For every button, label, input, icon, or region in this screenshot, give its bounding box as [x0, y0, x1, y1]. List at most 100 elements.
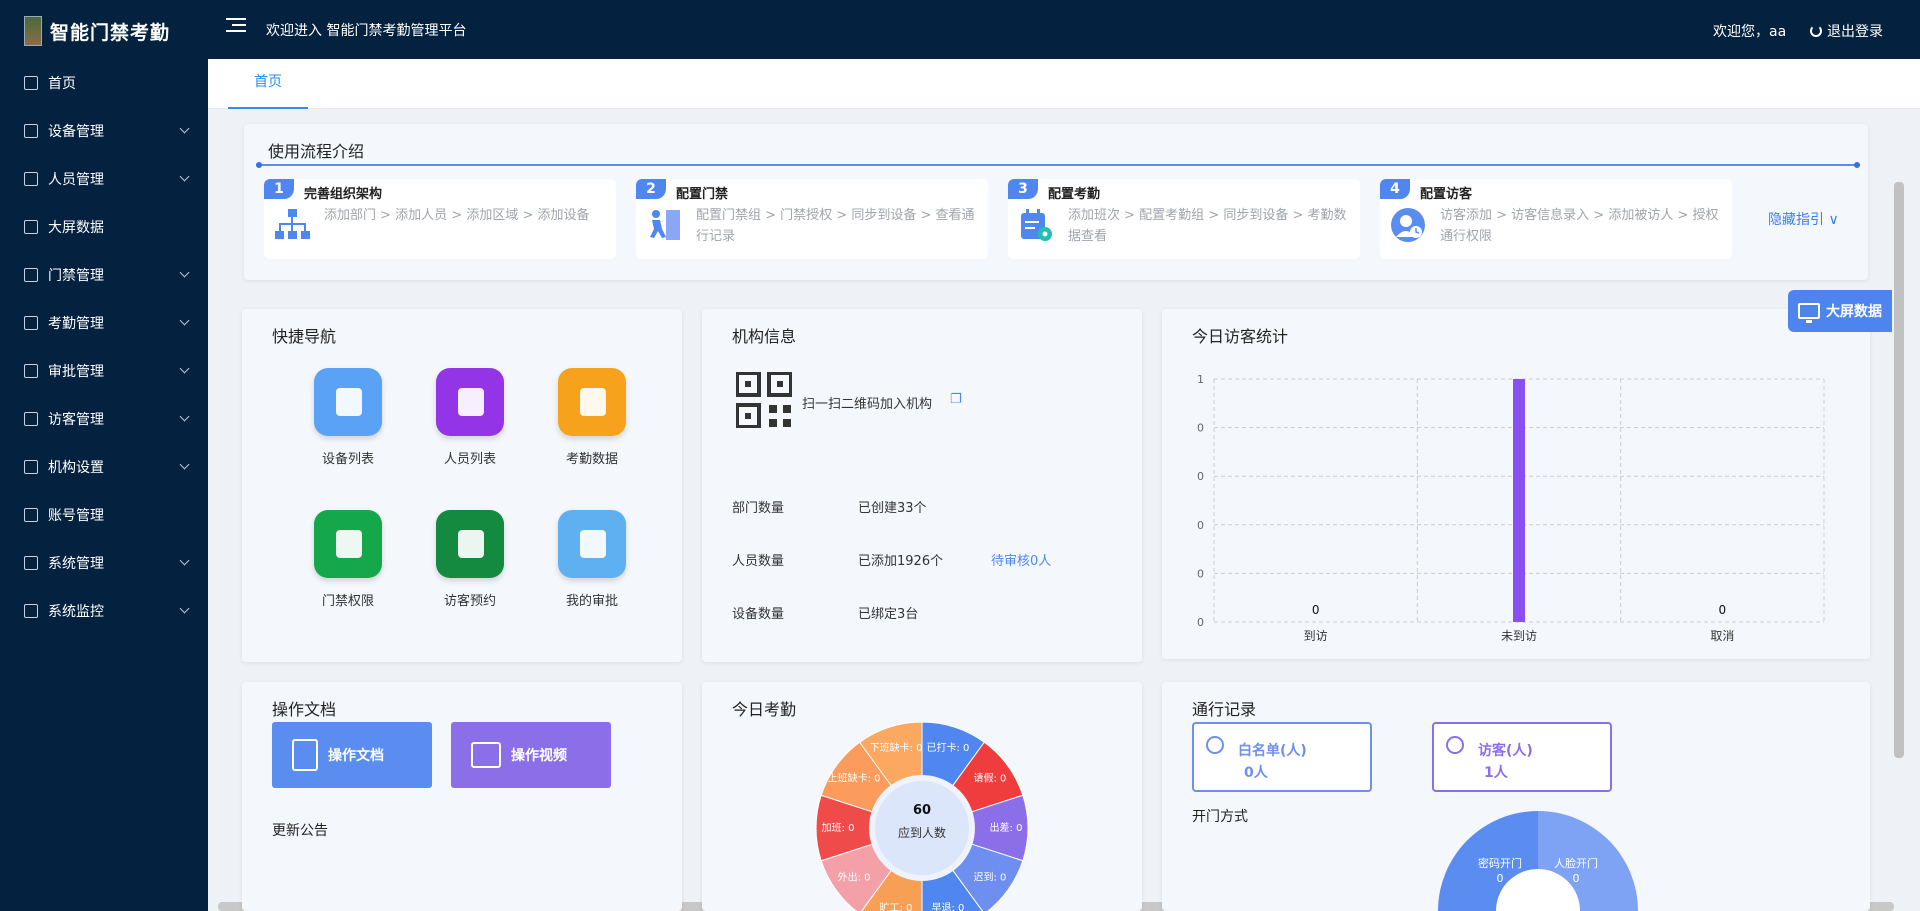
attendance-slice-label: 外出: 0: [838, 870, 871, 883]
quick-label: 访客预约: [443, 594, 496, 609]
sidebar-item-2[interactable]: 人员管理: [0, 155, 208, 203]
step-title: 完善组织架构: [304, 187, 383, 202]
home-icon: [24, 76, 38, 90]
guide-title: 使用流程介绍: [268, 142, 365, 161]
menu-toggle-icon[interactable]: [226, 18, 246, 38]
attendance-icon: [24, 316, 38, 330]
copy-icon[interactable]: ❐: [950, 392, 962, 407]
y-tick-label: 0: [1197, 616, 1204, 629]
card-title: 机构信息: [732, 327, 797, 346]
monitor-gauge-icon: [24, 604, 38, 618]
y-tick-label: 0: [1197, 567, 1204, 580]
logout-button[interactable]: 退出登录: [1810, 21, 1883, 41]
quick-attendance-data[interactable]: 考勤数据: [542, 368, 642, 467]
device-count-label: 设备数量: [732, 607, 785, 622]
chevron-down-icon: [179, 459, 190, 470]
door-walk-icon: [650, 210, 680, 240]
sidebar-item-11[interactable]: 系统监控: [0, 587, 208, 635]
tab-home[interactable]: 首页: [228, 59, 308, 109]
chevron-down-icon: [179, 267, 190, 278]
user-greeting: 欢迎您，aa: [1713, 24, 1787, 40]
attendance-slice-label: 请假: 0: [973, 772, 1006, 785]
guide-step-4[interactable]: 4 配置访客 访客添加 > 访客信息录入 > 添加被访人 > 授权通行权限: [1380, 179, 1732, 259]
chevron-down-icon: [179, 363, 190, 374]
step-description: 添加部门 > 添加人员 > 添加区域 > 添加设备: [324, 208, 590, 223]
attendance-data-icon: [558, 368, 626, 436]
video-button-label: 操作视频: [511, 748, 567, 764]
attendance-slice-label: 迟到: 0: [973, 870, 1006, 883]
guide-step-1[interactable]: 1 完善组织架构 添加部门 > 添加人员 > 添加区域 > 添加设备: [264, 179, 616, 259]
attendance-slice-label: 已打卡: 0: [926, 741, 969, 754]
y-tick-label: 0: [1197, 519, 1204, 532]
step-description: 访客添加 > 访客信息录入 > 添加被访人 > 授权通行权限: [1440, 208, 1719, 244]
power-icon: [1810, 25, 1822, 37]
approval-icon: [24, 364, 38, 378]
attendance-slice-label: 旷工: 0: [880, 902, 913, 911]
bar: [1513, 379, 1525, 622]
sidebar-item-label: 大屏数据: [48, 220, 104, 236]
quick-visitor-booking[interactable]: 访客预约: [420, 510, 520, 609]
person-list-icon: [436, 368, 504, 436]
hide-guide-link[interactable]: 隐藏指引 ∨: [1768, 209, 1839, 229]
quick-nav-card: 快捷导航 设备列表 人员列表 考勤数据 门禁权限 访客预约 我的审批: [242, 309, 682, 662]
bar-chart-icon: [24, 220, 38, 234]
quick-label: 门禁权限: [321, 594, 374, 609]
quick-person-list[interactable]: 人员列表: [420, 368, 520, 467]
step-description: 添加班次 > 配置考勤组 > 同步到设备 > 考勤数据查看: [1068, 208, 1347, 244]
main-area: 首页 使用流程介绍 1 完善组织架构 添加部门 > 添加人员 > 添加区域 > …: [208, 59, 1920, 911]
doc-button[interactable]: 操作文档: [272, 722, 432, 788]
sidebar-item-7[interactable]: 访客管理: [0, 395, 208, 443]
quick-label: 我的审批: [565, 594, 618, 609]
sidebar-item-label: 机构设置: [48, 460, 104, 476]
welcome-message: 欢迎进入 智能门禁考勤管理平台: [266, 23, 467, 39]
app-logo[interactable]: 智能门禁考勤: [24, 16, 170, 46]
quick-device-list[interactable]: 设备列表: [298, 368, 398, 467]
sidebar-item-label: 设备管理: [48, 124, 104, 140]
dashboard-content: 使用流程介绍 1 完善组织架构 添加部门 > 添加人员 > 添加区域 > 添加设…: [208, 110, 1920, 911]
sidebar-item-0[interactable]: 首页: [0, 59, 208, 107]
x-tick-label: 取消: [1710, 629, 1734, 643]
qr-join-text: 扫一扫二维码加入机构: [802, 397, 933, 412]
attendance-donut-chart: 已打卡: 0 请假: 0 出差: 0 迟到: 0 早退: 0 旷工: 0 外出: 0 加班: …: [815, 721, 1029, 911]
big-screen-button[interactable]: 大屏数据: [1788, 290, 1892, 332]
sidebar-item-1[interactable]: 设备管理: [0, 107, 208, 155]
y-tick-label: 1: [1197, 373, 1204, 386]
sidebar-item-4[interactable]: 门禁管理: [0, 251, 208, 299]
sidebar: 首页设备管理人员管理大屏数据门禁管理考勤管理审批管理 访客管理机构设置账号管理系统…: [0, 59, 208, 911]
y-tick-label: 0: [1197, 470, 1204, 483]
visitor-stats-card: 今日访客统计 0 0 0 0 0 1 到访 0 未到访 取消 0: [1162, 309, 1870, 659]
doc-button-label: 操作文档: [328, 748, 384, 764]
sidebar-item-3[interactable]: 大屏数据: [0, 203, 208, 251]
sidebar-item-6[interactable]: 审批管理: [0, 347, 208, 395]
sidebar-item-8[interactable]: 机构设置: [0, 443, 208, 491]
password-open-label: 密码开门: [1478, 856, 1522, 870]
sidebar-item-5[interactable]: 考勤管理: [0, 299, 208, 347]
sidebar-item-label: 系统管理: [48, 556, 104, 572]
quick-my-approval[interactable]: 我的审批: [542, 510, 642, 609]
card-title: 快捷导航: [272, 327, 337, 346]
step-number: 4: [1380, 179, 1410, 199]
sidebar-item-9[interactable]: 账号管理: [0, 491, 208, 539]
org-icon: [24, 460, 38, 474]
chevron-down-icon: [179, 555, 190, 566]
attendance-slice-label: 出差: 0: [990, 821, 1023, 834]
qr-code-icon[interactable]: [736, 372, 792, 428]
guide-step-3[interactable]: 3 配置考勤 添加班次 > 配置考勤组 > 同步到设备 > 考勤数据查看: [1008, 179, 1360, 259]
attendance-slice-label: 上班缺卡: 0: [828, 772, 881, 785]
sidebar-item-label: 考勤管理: [48, 316, 104, 332]
app-title: 智能门禁考勤: [50, 21, 171, 44]
quick-access-permission[interactable]: 门禁权限: [298, 510, 398, 609]
guide-step-2[interactable]: 2 配置门禁 配置门禁组 > 门禁授权 > 同步到设备 > 查看通行记录: [636, 179, 988, 259]
x-tick-label: 未到访: [1501, 629, 1537, 643]
sidebar-item-10[interactable]: 系统管理: [0, 539, 208, 587]
video-icon: [471, 742, 501, 768]
sidebar-item-label: 账号管理: [48, 508, 104, 524]
vertical-scrollbar[interactable]: [1894, 182, 1904, 758]
logo-image: [24, 16, 42, 46]
bar-value-label: 0: [1719, 603, 1727, 617]
attendance-total-value: 60: [912, 803, 932, 818]
pending-review-link[interactable]: 待审核0人: [991, 550, 1051, 569]
video-button[interactable]: 操作视频: [451, 722, 611, 788]
sidebar-item-label: 首页: [48, 76, 76, 92]
step-number: 3: [1008, 179, 1038, 199]
